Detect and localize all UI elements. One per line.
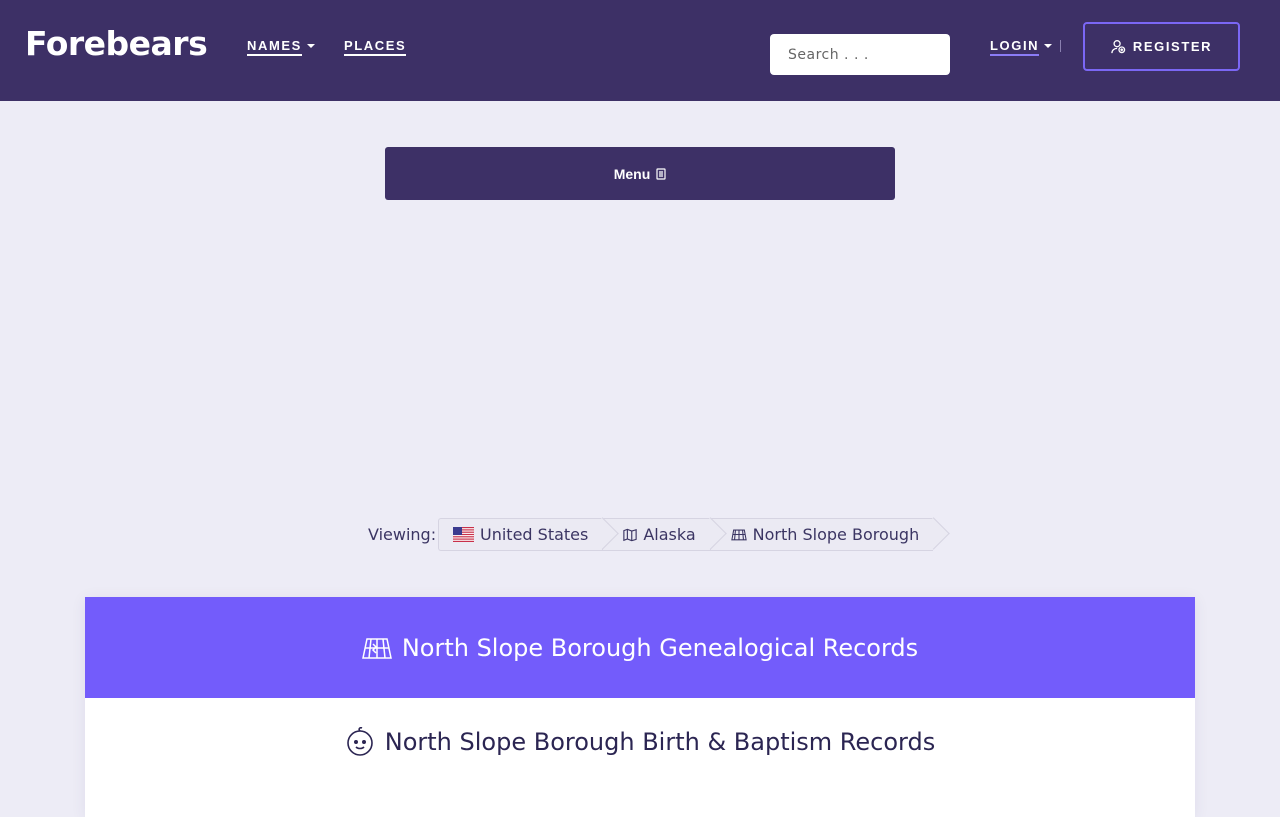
breadcrumb-label: North Slope Borough bbox=[752, 525, 920, 544]
region-map-icon bbox=[361, 636, 392, 660]
us-flag-icon bbox=[453, 527, 474, 542]
breadcrumb-prefix: Viewing: bbox=[368, 525, 437, 544]
breadcrumb-item-alaska[interactable]: Alaska bbox=[602, 518, 710, 551]
nav-names-label: NAMES bbox=[247, 38, 302, 56]
card-header: North Slope Borough Genealogical Records bbox=[85, 597, 1195, 698]
search-input[interactable] bbox=[770, 34, 950, 75]
nav-names[interactable]: NAMES bbox=[247, 38, 315, 56]
register-label: REGISTER bbox=[1132, 39, 1213, 54]
chevron-down-icon bbox=[306, 44, 315, 48]
map-icon bbox=[623, 528, 638, 542]
breadcrumb-label: Alaska bbox=[643, 525, 696, 544]
login-label: LOGIN bbox=[990, 38, 1040, 56]
breadcrumb-label: United States bbox=[480, 525, 589, 544]
menu-button[interactable]: Menu bbox=[385, 147, 895, 200]
login-button[interactable]: LOGIN bbox=[990, 38, 1053, 56]
nav-places-label: PLACES bbox=[344, 38, 407, 56]
section-title: North Slope Borough Birth & Baptism Reco… bbox=[85, 727, 1195, 757]
header-divider bbox=[1060, 40, 1061, 52]
add-user-icon bbox=[1111, 39, 1126, 54]
section-title-text: North Slope Borough Birth & Baptism Reco… bbox=[384, 728, 936, 756]
records-card: North Slope Borough Genealogical Records… bbox=[85, 597, 1195, 817]
register-button[interactable]: REGISTER bbox=[1083, 22, 1240, 71]
breadcrumb-item-united-states[interactable]: United States bbox=[438, 518, 603, 551]
site-logo[interactable]: Forebears bbox=[25, 24, 208, 63]
baby-icon bbox=[345, 727, 375, 757]
region-map-icon bbox=[730, 528, 747, 541]
nav-places[interactable]: PLACES bbox=[344, 38, 407, 56]
breadcrumb: United States Alaska North Slope Borough bbox=[438, 518, 934, 551]
book-icon bbox=[656, 167, 666, 180]
card-heading: North Slope Borough Genealogical Records bbox=[401, 633, 919, 662]
breadcrumb-item-north-slope-borough[interactable]: North Slope Borough bbox=[709, 518, 934, 551]
menu-label: Menu bbox=[613, 165, 651, 182]
site-header: Forebears NAMES PLACES LOGIN REGISTER bbox=[0, 0, 1280, 101]
chevron-down-icon bbox=[1044, 44, 1053, 48]
